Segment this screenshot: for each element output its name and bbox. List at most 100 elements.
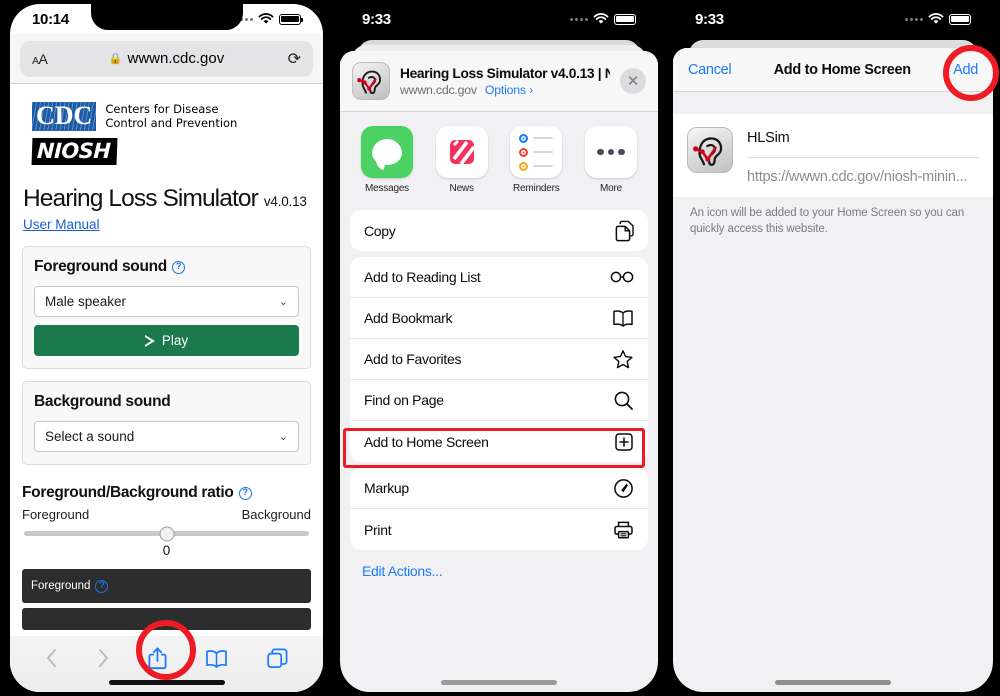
printer-icon — [613, 520, 634, 540]
foreground-sound-select[interactable]: Male speaker ⌄ — [34, 286, 299, 317]
ratio-slider-knob[interactable] — [159, 526, 174, 541]
notch — [90, 4, 243, 30]
user-manual-link[interactable]: User Manual — [23, 217, 100, 232]
foreground-waveform-panel: Foreground ? — [22, 569, 311, 603]
share-sheet-options-button[interactable]: Options › — [485, 83, 533, 97]
action-add-to-home-screen[interactable]: Add to Home Screen — [350, 421, 648, 462]
reload-icon[interactable]: ⟳ — [288, 49, 301, 69]
forward-button[interactable] — [97, 648, 110, 668]
lock-icon: 🔒 — [108, 53, 123, 65]
ratio-slider[interactable] — [24, 526, 309, 541]
wifi-icon — [258, 13, 274, 24]
cdc-wordmark: Centers for Disease Control and Preventi… — [105, 102, 237, 131]
play-button[interactable]: Play — [34, 325, 299, 356]
hlsim-ear-icon — [687, 127, 733, 173]
help-circle-icon[interactable]: ? — [171, 260, 185, 274]
background-sound-label: Background sound — [34, 393, 171, 410]
back-button[interactable] — [45, 648, 58, 668]
play-button-label: Play — [161, 333, 189, 348]
bookmarks-button[interactable] — [205, 649, 228, 668]
wifi-icon — [928, 13, 944, 24]
url-field[interactable]: AA 🔒 wwwn.cdc.gov ⟳ — [20, 40, 313, 77]
background-sound-card: Background sound Select a sound ⌄ — [22, 381, 311, 465]
book-icon — [612, 309, 634, 327]
share-target-label: Reminders — [513, 183, 560, 194]
tabs-button[interactable] — [267, 648, 288, 669]
phone-3-screen: 9:33 Cancel Add to Home Screen Add HLSim… — [673, 4, 993, 692]
status-bar: 9:33 — [340, 4, 658, 34]
ratio-value: 0 — [162, 543, 171, 558]
share-target-label: More — [599, 183, 622, 194]
action-label: Find on Page — [364, 392, 444, 408]
cdc-logo-icon: CDC — [32, 102, 97, 131]
more-dots-icon — [584, 126, 637, 178]
share-target-news[interactable]: News — [433, 126, 491, 194]
three-phone-screenshot-panel: 10:14 AA 🔒 wwwn.cdc.gov ⟳ CDC Centers fo… — [0, 0, 1000, 696]
background-sound-heading: Background sound — [34, 393, 299, 411]
shortcut-icon-wrap — [673, 125, 747, 197]
text-size-button[interactable]: AA — [32, 51, 48, 67]
foreground-sound-label: Foreground sound — [34, 258, 167, 275]
action-label: Add to Favorites — [364, 351, 462, 367]
hlsim-ear-icon — [352, 62, 390, 100]
share-sheet-header: Hearing Loss Simulator v4.0.13 | NI... w… — [340, 51, 658, 112]
battery-icon — [949, 13, 974, 25]
action-print[interactable]: Print — [350, 509, 648, 550]
messages-icon — [361, 126, 413, 178]
action-label: Print — [364, 521, 392, 538]
home-indicator — [441, 680, 557, 685]
shortcut-form: HLSim https://wwwn.cdc.gov/niosh-minin..… — [673, 114, 993, 197]
background-sound-value: Select a sound — [45, 429, 135, 444]
glasses-icon — [610, 270, 634, 284]
reminders-icon — [510, 126, 563, 178]
wifi-icon — [593, 13, 609, 24]
edit-actions-button[interactable]: Edit Actions... — [340, 550, 658, 579]
action-add-to-favorites[interactable]: Add to Favorites — [350, 339, 648, 380]
close-x-icon[interactable]: ✕ — [620, 68, 646, 94]
share-sheet: Hearing Loss Simulator v4.0.13 | NI... w… — [340, 51, 658, 692]
add-button[interactable]: Add — [953, 62, 978, 78]
shortcut-name-input[interactable]: HLSim — [747, 125, 979, 158]
share-sheet-app-row: Messages News Reminders More — [340, 112, 658, 204]
safari-address-bar: AA 🔒 wwwn.cdc.gov ⟳ — [10, 34, 323, 84]
page-version: v4.0.13 — [263, 194, 307, 209]
action-copy[interactable]: Copy — [350, 210, 648, 251]
page-title-text: Hearing Loss Simulator — [23, 185, 259, 212]
share-target-more[interactable]: More — [582, 126, 640, 194]
cancel-button[interactable]: Cancel — [688, 62, 732, 78]
foreground-sound-heading: Foreground sound ? — [34, 258, 299, 276]
star-icon — [612, 349, 634, 370]
background-sound-select[interactable]: Select a sound ⌄ — [34, 421, 299, 452]
phone-3-add-to-home-screen: 9:33 Cancel Add to Home Screen Add HLSim… — [665, 0, 1000, 696]
url-display: 🔒 wwwn.cdc.gov — [20, 50, 313, 67]
action-add-bookmark[interactable]: Add Bookmark — [350, 298, 648, 339]
play-triangle-icon — [144, 334, 156, 347]
action-add-to-reading-list[interactable]: Add to Reading List — [350, 257, 648, 298]
action-find-on-page[interactable]: Find on Page — [350, 380, 648, 421]
status-bar: 9:33 — [673, 4, 993, 34]
book-icon — [206, 649, 228, 668]
dialog-note: An icon will be added to your Home Scree… — [690, 207, 965, 235]
news-icon — [435, 126, 488, 178]
share-target-messages[interactable]: Messages — [358, 126, 416, 194]
magnifier-icon — [613, 390, 634, 411]
status-time: 10:14 — [32, 10, 69, 28]
niosh-logo: NIOSH — [31, 138, 118, 165]
copy-tabs-icon — [267, 648, 288, 668]
action-markup[interactable]: Markup — [350, 468, 648, 509]
help-circle-icon[interactable]: ? — [238, 486, 252, 500]
share-target-reminders[interactable]: Reminders — [507, 126, 565, 194]
chevron-right-icon: › — [529, 82, 533, 97]
help-circle-icon[interactable]: ? — [95, 579, 109, 593]
battery-icon — [614, 13, 639, 25]
share-action-group-2: Add to Reading List Add Bookmark Add to … — [350, 257, 648, 462]
phone-2-share-sheet: 9:33 Hearing Loss Simulator v4.0.13 | NI… — [333, 0, 665, 696]
status-time: 9:33 — [695, 10, 724, 28]
ratio-left-label: Foreground — [22, 507, 90, 522]
chevron-down-icon: ⌄ — [278, 431, 288, 443]
share-button[interactable] — [148, 647, 167, 670]
second-waveform-panel — [22, 608, 311, 630]
phone-1-screen: 10:14 AA 🔒 wwwn.cdc.gov ⟳ CDC Centers fo… — [10, 4, 323, 692]
copy-icon — [613, 220, 634, 242]
ratio-label: Foreground/Background ratio — [22, 484, 234, 501]
